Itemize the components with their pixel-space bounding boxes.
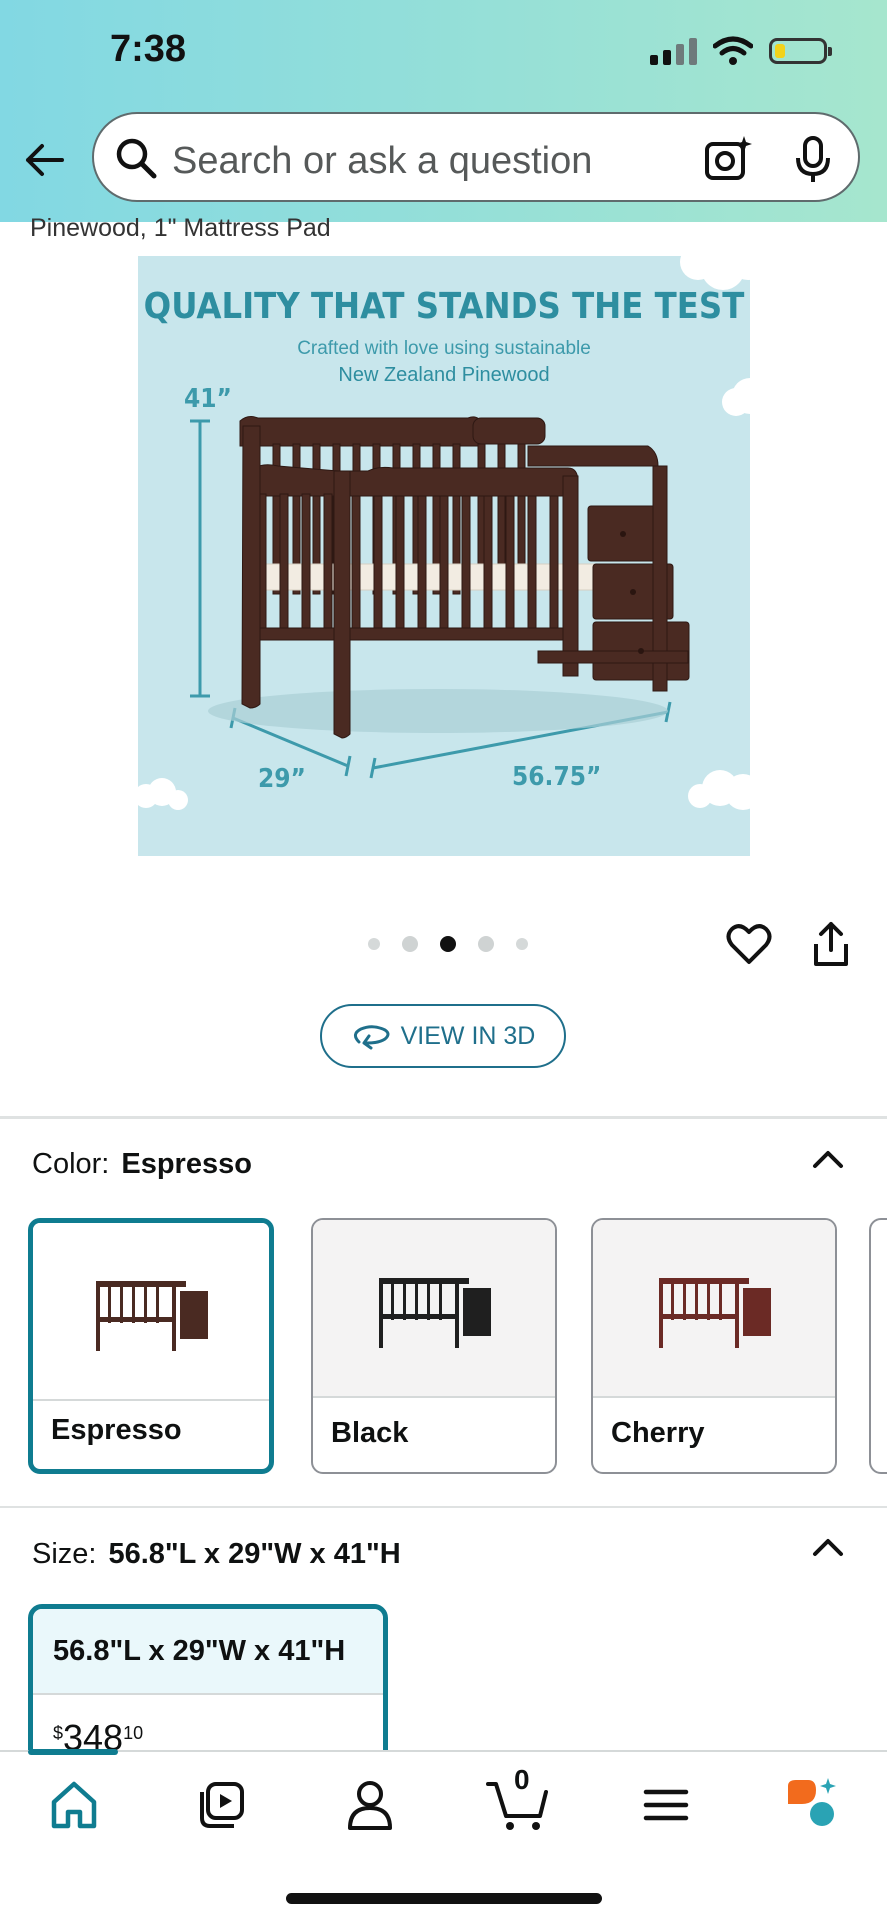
share-icon[interactable] <box>810 920 852 968</box>
product-image[interactable]: QUALITY THAT STANDS THE TEST Crafted wit… <box>138 256 750 856</box>
camera-search-icon[interactable] <box>702 134 752 184</box>
price-currency: $ <box>53 1723 64 1743</box>
hero-headline: QUALITY THAT STANDS THE TEST <box>143 286 745 327</box>
app-header: 7:38 Search or ask a question <box>0 0 887 222</box>
section-divider <box>0 1116 887 1119</box>
size-label-row: Size: 56.8"L x 29"W x 41"H <box>32 1538 401 1571</box>
search-bar[interactable]: Search or ask a question <box>92 112 860 202</box>
carousel-dot[interactable] <box>478 936 494 952</box>
account-icon[interactable] <box>340 1776 400 1834</box>
cellular-signal-icon <box>650 37 697 65</box>
depth-dimension: 29” <box>258 764 306 794</box>
carousel-dot[interactable] <box>516 938 528 950</box>
heart-icon[interactable] <box>726 922 772 968</box>
video-icon[interactable] <box>192 1776 252 1834</box>
search-icon <box>116 138 157 179</box>
carousel-dot[interactable] <box>402 936 418 952</box>
color-label-row: Color: Espresso <box>32 1148 252 1181</box>
chevron-up-icon[interactable] <box>811 1536 845 1558</box>
size-label: Size: <box>32 1538 97 1570</box>
product-title-fragment: Pinewood, 1" Mattress Pad <box>30 214 331 242</box>
width-dimension: 56.75” <box>512 762 602 792</box>
color-selected-value: Espresso <box>121 1148 252 1180</box>
carousel-dot[interactable] <box>368 938 380 950</box>
cart-tab[interactable]: 0 <box>484 1762 554 1836</box>
battery-icon <box>769 38 832 64</box>
wifi-icon <box>713 36 753 65</box>
active-tab-indicator <box>28 1749 118 1755</box>
color-option-label: Black <box>331 1417 409 1449</box>
rotate-3d-icon <box>353 1025 390 1050</box>
size-selected-value: 56.8"L x 29"W x 41"H <box>108 1538 401 1570</box>
swatch-image <box>33 1223 269 1399</box>
height-dimension: 41” <box>184 384 232 414</box>
section-divider <box>0 1506 887 1508</box>
color-option-label: Cherry <box>611 1417 705 1449</box>
home-icon[interactable] <box>44 1776 104 1834</box>
view-in-3d-label: VIEW IN 3D <box>400 1021 536 1050</box>
crib-thumbnail <box>379 1278 491 1348</box>
color-label: Color: <box>32 1148 110 1180</box>
rufus-icon[interactable] <box>782 1776 842 1834</box>
color-option-label: Espresso <box>51 1414 182 1446</box>
swatch-image <box>593 1220 835 1396</box>
crib-thumbnail <box>96 1281 208 1351</box>
microphone-icon[interactable] <box>790 134 836 184</box>
home-indicator <box>286 1893 602 1904</box>
menu-icon[interactable] <box>636 1776 696 1834</box>
crib-thumbnail <box>659 1278 771 1348</box>
cart-count-badge: 0 <box>514 1764 530 1795</box>
color-option-espresso[interactable]: Espresso <box>28 1218 274 1474</box>
hero-tagline: Crafted with love using sustainable <box>297 338 591 359</box>
status-icons <box>650 36 832 66</box>
color-option-more[interactable] <box>869 1218 887 1474</box>
color-option-cherry[interactable]: Cherry <box>591 1218 837 1474</box>
carousel-dot-active[interactable] <box>440 936 456 952</box>
back-arrow-icon[interactable] <box>22 138 66 182</box>
size-option-label: 56.8"L x 29"W x 41"H <box>33 1609 383 1693</box>
swatch-image <box>313 1220 555 1396</box>
status-time: 7:38 <box>110 28 187 70</box>
chevron-up-icon[interactable] <box>811 1148 845 1170</box>
view-in-3d-button[interactable]: VIEW IN 3D <box>320 1004 566 1068</box>
image-carousel-dots[interactable] <box>368 936 528 952</box>
price-fraction: 10 <box>123 1723 144 1743</box>
color-option-black[interactable]: Black <box>311 1218 557 1474</box>
search-input[interactable]: Search or ask a question <box>172 140 592 183</box>
